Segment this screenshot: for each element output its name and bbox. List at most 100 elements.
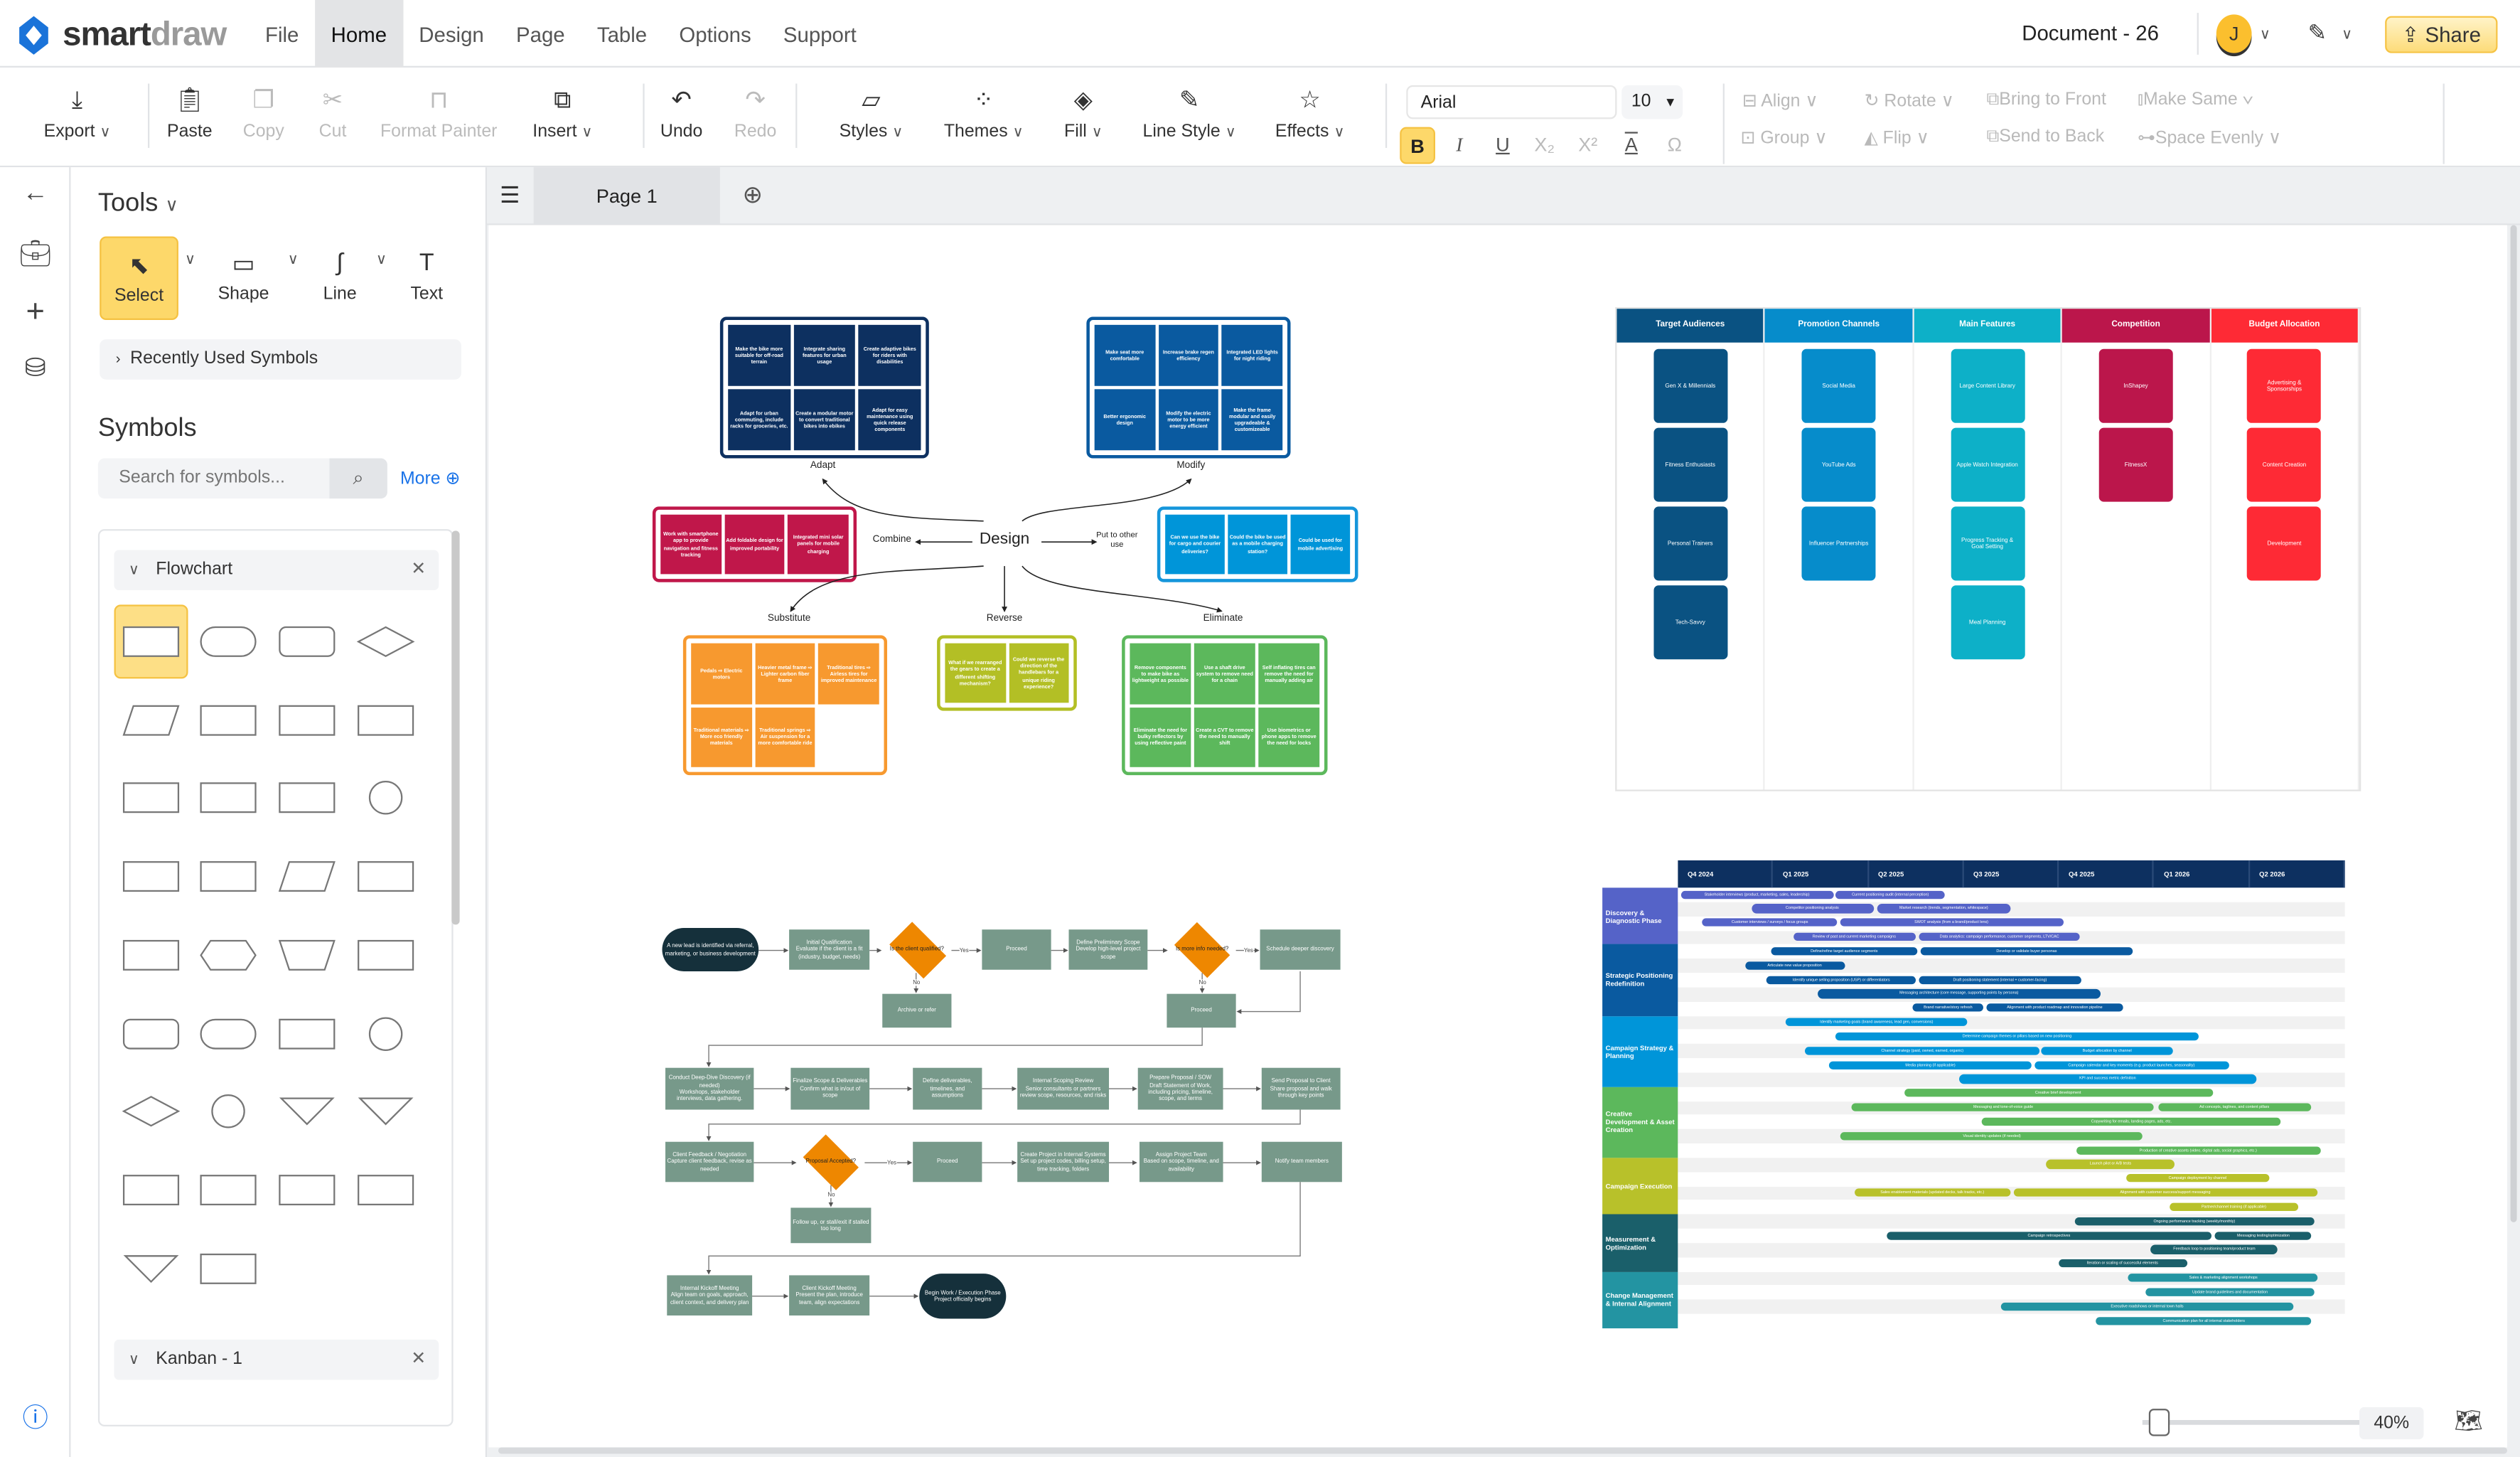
zoom-level[interactable]: 40% <box>2359 1407 2423 1439</box>
flow-node-proceed-3[interactable]: Proceed <box>913 1142 982 1183</box>
gantt-task-bar[interactable]: Define/refine target audience segments <box>1771 947 1917 956</box>
kanban-column-header[interactable]: Target Audiences <box>1616 309 1764 342</box>
flow-node-follow-up[interactable]: Follow up, or stall/exit if stalled too … <box>790 1207 871 1243</box>
gantt-task-bar[interactable]: Stakeholder interviews (product, marketi… <box>1680 890 1833 899</box>
flow-node-client-kickoff[interactable]: Client Kickoff Meeting Present the plan,… <box>789 1275 869 1315</box>
gantt-task-bar[interactable]: Communication plan for all internal stak… <box>2096 1316 2312 1325</box>
gantt-task-bar[interactable]: Visual identity updates (if needed) <box>1841 1132 2143 1141</box>
kanban-card[interactable]: FitnessX <box>2099 428 2173 502</box>
gantt-task-bar[interactable]: Data analytics: campaign performance, cu… <box>1919 933 2080 941</box>
gantt-task-bar[interactable]: Sales enablement materials (updated deck… <box>1854 1189 2010 1197</box>
flow-node-start[interactable]: A new lead is identified via referral, m… <box>662 928 758 971</box>
kanban-card[interactable]: Apple Watch Integration <box>1951 428 2025 502</box>
flow-node-internal-kickoff[interactable]: Internal Kickoff Meeting Align team on g… <box>667 1275 752 1315</box>
flow-node-client-feedback[interactable]: Client Feedback / Negotiation Capture cl… <box>665 1142 754 1183</box>
kanban-column-header[interactable]: Competition <box>2062 309 2209 342</box>
gantt-task-bar[interactable]: Creative brief development <box>1904 1089 2212 1098</box>
kanban-card[interactable]: Tech-Savvy <box>1653 585 1727 659</box>
flow-node-preliminary-scope[interactable]: Define Preliminary Scope Develop high-le… <box>1068 929 1147 970</box>
gantt-task-bar[interactable]: Production of creative assets (video, di… <box>2076 1146 2320 1155</box>
kanban-card[interactable]: Fitness Enthusiasts <box>1653 428 1727 502</box>
kanban-card[interactable]: YouTube Ads <box>1802 428 1876 502</box>
gantt-task-bar[interactable]: Competitor positioning analysis <box>1752 904 1874 913</box>
gantt-task-bar[interactable]: Executive roadshows or internal town hal… <box>2001 1302 2293 1311</box>
gantt-task-bar[interactable]: Identify marketing goals (brand awarenes… <box>1786 1018 1968 1027</box>
gantt-task-bar[interactable]: Customer interviews / surveys / focus gr… <box>1703 919 1837 927</box>
kanban-card[interactable]: Social Media <box>1802 349 1876 423</box>
kanban-card[interactable]: Influencer Partnerships <box>1802 506 1876 580</box>
gantt-task-bar[interactable]: Draft positioning statement (internal + … <box>1919 976 2081 984</box>
marketing-kanban-board[interactable]: Target AudiencesGen X & MillennialsFitne… <box>1615 307 2361 791</box>
gantt-task-bar[interactable]: Current positioning audit (internal perc… <box>1836 890 1945 899</box>
smartdraw-app: smartdraw File Home Design Page Table Op… <box>0 0 2520 1457</box>
map-icon[interactable]: 🗺︎ <box>2454 1407 2482 1434</box>
gantt-task-bar[interactable]: SWOT analysis (from a brand/product lens… <box>1840 919 2063 927</box>
flow-node-prepare-proposal[interactable]: Prepare Proposal / SOW Draft Statement o… <box>1138 1068 1223 1110</box>
gantt-task-bar[interactable]: Ad concepts, taglines, and content pilla… <box>2158 1104 2310 1112</box>
mind-map-center[interactable]: Design <box>980 530 1029 548</box>
gantt-task-bar[interactable]: Sales & marketing alignment workshops <box>2128 1274 2318 1283</box>
gantt-task-bar[interactable]: Launch pilot or A/B tests <box>2047 1160 2175 1169</box>
gantt-task-bar[interactable]: Copywriting for emails, landing pages, a… <box>1982 1118 2281 1126</box>
gantt-task-bar[interactable]: Determine campaign themes or pillars bas… <box>1835 1032 2199 1041</box>
gantt-task-bar[interactable]: Alignment with customer success/support … <box>2013 1189 2317 1197</box>
gantt-task-bar[interactable]: Develop or validate buyer personas <box>1920 947 2133 956</box>
kanban-column: Main Features Large Content LibraryApple … <box>1914 309 2062 789</box>
gantt-task-bar[interactable]: Alignment with product roadmap and innov… <box>1987 1004 2123 1013</box>
kanban-card[interactable]: Development <box>2247 506 2321 580</box>
kanban-card[interactable]: Progress Tracking & Goal Setting <box>1951 506 2025 580</box>
zoom-slider-thumb[interactable] <box>2149 1409 2170 1436</box>
gantt-task-bar[interactable]: Messaging architecture (core message, su… <box>1818 990 2100 998</box>
gantt-row: Channel strategy (paid, owned, earned, o… <box>1678 1044 2344 1058</box>
flow-decision-more-info[interactable]: Is more info needed? <box>1169 927 1236 973</box>
flow-node-define-deliverables[interactable]: Define deliverables, timelines, and assu… <box>913 1068 982 1110</box>
kanban-card[interactable]: Gen X & Millennials <box>1653 349 1727 423</box>
flow-node-deep-dive[interactable]: Conduct Deep-Dive Discovery (if needed) … <box>665 1068 754 1110</box>
gantt-task-bar[interactable]: Identify unique selling proposition (USP… <box>1766 976 1916 984</box>
kanban-card[interactable]: Large Content Library <box>1951 349 2025 423</box>
gantt-task-bar[interactable]: Brand narrative/story refresh <box>1913 1004 1983 1013</box>
gantt-task-bar[interactable]: Market research (trends, segmentation, w… <box>1877 904 2011 913</box>
gantt-task-bar[interactable]: Campaign calendar and key moments (e.g. … <box>2034 1061 2229 1069</box>
flow-node-archive[interactable]: Archive or refer <box>882 994 951 1028</box>
gantt-task-bar[interactable]: Media planning (if applicable) <box>1829 1061 2031 1069</box>
gantt-task-bar[interactable]: Messaging testing/optimization <box>2215 1232 2311 1240</box>
kanban-column-header[interactable]: Budget Allocation <box>2211 309 2358 342</box>
gantt-task-bar[interactable]: Ongoing performance tracking (weekly/mon… <box>2074 1217 2315 1226</box>
gantt-task-bar[interactable]: Feedback loop to positioning team/produc… <box>2150 1246 2278 1254</box>
flow-node-assign-team[interactable]: Assign Project Team Based on scope, time… <box>1140 1142 1223 1183</box>
gantt-task-bar[interactable]: Campaign retrospectives <box>1887 1232 2211 1240</box>
gantt-task-bar[interactable]: Update brand guidelines and documentatio… <box>2145 1288 2314 1296</box>
flow-node-create-project[interactable]: Create Project in Internal Systems Set u… <box>1017 1142 1109 1183</box>
kanban-card[interactable]: Personal Trainers <box>1653 506 1727 580</box>
gantt-task-bar[interactable]: Articulate new value proposition <box>1744 961 1845 970</box>
kanban-card[interactable]: Content Creation <box>2247 428 2321 502</box>
zoom-slider-track[interactable] <box>2143 1420 2359 1425</box>
gantt-task-bar[interactable]: Messaging and tone-of-voice guide <box>1853 1104 2155 1112</box>
gantt-row: Partner/channel training (if applicable) <box>1678 1200 2344 1215</box>
kanban-card[interactable]: InShapey <box>2099 349 2173 423</box>
gantt-task-bar[interactable]: Channel strategy (paid, owned, earned, o… <box>1806 1047 2039 1055</box>
gantt-task-bar[interactable]: Campaign deployment by channel <box>2125 1175 2269 1183</box>
flow-node-qualification[interactable]: Initial Qualification Evaluate if the cl… <box>789 929 869 970</box>
kanban-card[interactable]: Meal Planning <box>1951 585 2025 659</box>
flow-node-notify-team[interactable]: Notify team members <box>1262 1142 1342 1183</box>
flow-node-finalize-scope[interactable]: Finalize Scope & Deliverables Confirm wh… <box>790 1068 869 1110</box>
kanban-card[interactable]: Advertising & Sponsorships <box>2247 349 2321 423</box>
kanban-column-header[interactable]: Promotion Channels <box>1765 309 1912 342</box>
flow-node-send-proposal[interactable]: Send Proposal to Client Share proposal a… <box>1262 1068 1341 1110</box>
marketing-gantt-chart[interactable]: Q4 2024Q1 2025Q2 2025Q3 2025Q4 2025Q1 20… <box>1602 860 2345 1328</box>
gantt-task-bar[interactable]: Budget allocation by channel <box>2042 1047 2172 1055</box>
gantt-task-bar[interactable]: Iteration or scaling of successful eleme… <box>2058 1260 2187 1269</box>
flow-decision-qualified[interactable]: Is the client qualified? <box>882 927 951 973</box>
flow-node-proceed-2[interactable]: Proceed <box>1167 994 1235 1028</box>
kanban-column-header[interactable]: Main Features <box>1914 309 2061 342</box>
flow-node-begin-work[interactable]: Begin Work / Execution Phase Project off… <box>919 1274 1006 1318</box>
gantt-task-bar[interactable]: Partner/channel training (if applicable) <box>2170 1203 2298 1212</box>
flow-node-proceed[interactable]: Proceed <box>982 929 1051 970</box>
flow-decision-accepted[interactable]: Proposal Accepted? <box>797 1138 864 1185</box>
flow-node-scoping-review[interactable]: Internal Scoping Review Senior consultan… <box>1017 1068 1109 1110</box>
flow-node-schedule-discovery[interactable]: Schedule deeper discovery <box>1260 929 1341 970</box>
gantt-task-bar[interactable]: KPI and success metric definition <box>1959 1075 2256 1084</box>
gantt-task-bar[interactable]: Review of past and current marketing cam… <box>1794 933 1916 941</box>
